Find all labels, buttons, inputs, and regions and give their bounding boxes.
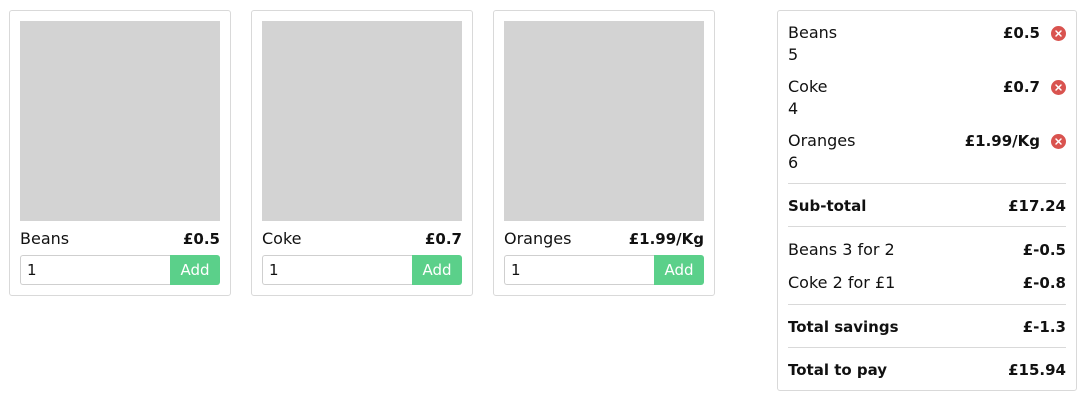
product-name: Beans	[20, 229, 70, 248]
saving-label: Beans 3 for 2	[788, 240, 895, 259]
subtotal-value: £17.24	[1008, 197, 1066, 215]
subtotal-row: Sub-total £17.24	[788, 195, 1066, 217]
basket-item-name: Beans	[788, 23, 838, 42]
saving-value: £-0.8	[1022, 274, 1066, 292]
product-card-beans: Beans £0.5 Add	[9, 10, 231, 296]
divider	[788, 226, 1066, 227]
subtotal-label: Sub-total	[788, 197, 867, 215]
total-savings-value: £-1.3	[1022, 318, 1066, 336]
total-savings-label: Total savings	[788, 318, 899, 336]
basket-item-quantity: 4	[788, 99, 799, 118]
product-price: £1.99/Kg	[628, 230, 704, 248]
basket-item: Coke 4 £0.7	[788, 76, 1066, 122]
basket-item: Beans 5 £0.5	[788, 22, 1066, 68]
basket-item-name: Oranges	[788, 131, 856, 150]
product-image	[20, 21, 220, 221]
product-price: £0.7	[424, 230, 462, 248]
basket-item-price: £0.5	[1002, 24, 1040, 42]
product-card-oranges: Oranges £1.99/Kg Add	[493, 10, 715, 296]
quantity-input[interactable]	[262, 255, 414, 285]
add-button[interactable]: Add	[412, 255, 462, 285]
product-image	[262, 21, 462, 221]
basket-panel: Beans 5 £0.5 Coke 4 £0.7 Oranges 6 £1.99…	[777, 10, 1077, 391]
divider	[788, 183, 1066, 184]
quantity-input[interactable]	[20, 255, 172, 285]
total-to-pay-row: Total to pay £15.94	[788, 359, 1066, 381]
product-name: Oranges	[504, 229, 572, 248]
total-savings-row: Total savings £-1.3	[788, 316, 1066, 338]
basket-item-quantity: 5	[788, 45, 799, 64]
remove-item-icon[interactable]	[1051, 134, 1066, 149]
add-button[interactable]: Add	[654, 255, 704, 285]
saving-row: Coke 2 for £1 £-0.8	[788, 272, 1066, 294]
basket-item-price: £0.7	[1002, 78, 1040, 96]
quantity-input[interactable]	[504, 255, 656, 285]
divider	[788, 347, 1066, 348]
basket-item-quantity: 6	[788, 153, 799, 172]
saving-label: Coke 2 for £1	[788, 273, 896, 292]
product-card-coke: Coke £0.7 Add	[251, 10, 473, 296]
basket-item: Oranges 6 £1.99/Kg	[788, 130, 1066, 176]
total-to-pay-label: Total to pay	[788, 361, 888, 379]
remove-item-icon[interactable]	[1051, 26, 1066, 41]
product-price: £0.5	[182, 230, 220, 248]
basket-item-name: Coke	[788, 77, 828, 96]
total-to-pay-value: £15.94	[1008, 361, 1066, 379]
add-button[interactable]: Add	[170, 255, 220, 285]
divider	[788, 304, 1066, 305]
remove-item-icon[interactable]	[1051, 80, 1066, 95]
product-name: Coke	[262, 229, 302, 248]
product-image	[504, 21, 704, 221]
saving-value: £-0.5	[1022, 241, 1066, 259]
basket-item-price: £1.99/Kg	[964, 132, 1040, 150]
saving-row: Beans 3 for 2 £-0.5	[788, 239, 1066, 261]
